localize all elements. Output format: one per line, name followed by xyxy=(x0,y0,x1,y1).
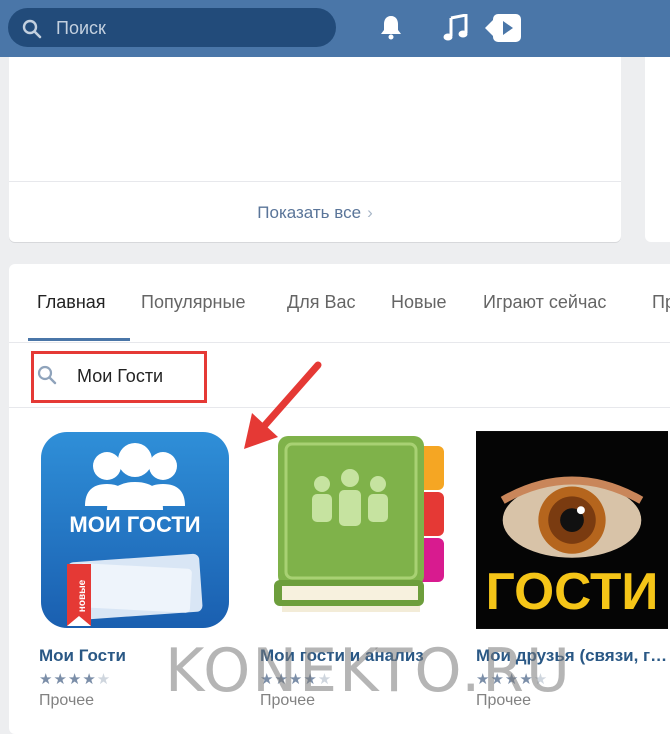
app-card[interactable]: Мои гости и анализ ★★★★★ Прочее xyxy=(260,430,455,709)
pointer-arrow-icon xyxy=(244,361,322,449)
tab-more[interactable]: Пр xyxy=(652,292,670,313)
upper-card: Показать все › xyxy=(9,57,621,242)
tab-main[interactable]: Главная xyxy=(37,292,106,313)
thumb-title: МОИ ГОСТИ xyxy=(69,512,200,537)
tab-popular[interactable]: Популярные xyxy=(141,292,245,313)
show-all-label[interactable]: Показать все xyxy=(257,203,361,222)
tab-for-you[interactable]: Для Вас xyxy=(287,292,355,313)
app-category: Прочее xyxy=(39,692,95,709)
search-icon xyxy=(22,19,42,39)
tab-new[interactable]: Новые xyxy=(391,292,447,313)
video-icon[interactable] xyxy=(485,14,521,42)
app-card[interactable]: ГОСТИ Мои друзья (связи, г… ★★★★★ Прочее xyxy=(476,430,670,709)
thumb-badge: новые xyxy=(77,579,88,612)
app-thumbnail[interactable]: ГОСТИ xyxy=(476,430,668,630)
chevron-right-icon: › xyxy=(367,203,373,222)
search-highlight-box xyxy=(31,351,207,403)
active-tab-indicator xyxy=(28,338,130,341)
watermark: KONEKTO.RU xyxy=(165,636,572,706)
app-card[interactable]: МОИ ГОСТИ новые Мои Гости ★★★★★ Прочее xyxy=(39,430,234,709)
side-card xyxy=(645,57,670,242)
global-search[interactable] xyxy=(8,8,336,47)
tab-playing-now[interactable]: Играют сейчас xyxy=(483,292,606,313)
divider xyxy=(9,181,621,182)
music-icon[interactable] xyxy=(443,14,469,42)
thumb-title: ГОСТИ xyxy=(486,562,659,620)
app-thumbnail[interactable]: МОИ ГОСТИ новые xyxy=(39,430,231,630)
global-search-input[interactable] xyxy=(54,16,328,40)
app-thumbnail[interactable] xyxy=(260,430,452,630)
rating-stars: ★★★★★ xyxy=(39,671,112,688)
bell-icon[interactable] xyxy=(379,14,403,40)
app-name[interactable]: Мои Гости xyxy=(39,646,126,666)
show-all-link[interactable]: Показать все › xyxy=(9,203,621,223)
top-navigation-bar xyxy=(0,0,670,57)
catalog-tabs: Главная Популярные Для Вас Новые Играют … xyxy=(9,264,670,343)
